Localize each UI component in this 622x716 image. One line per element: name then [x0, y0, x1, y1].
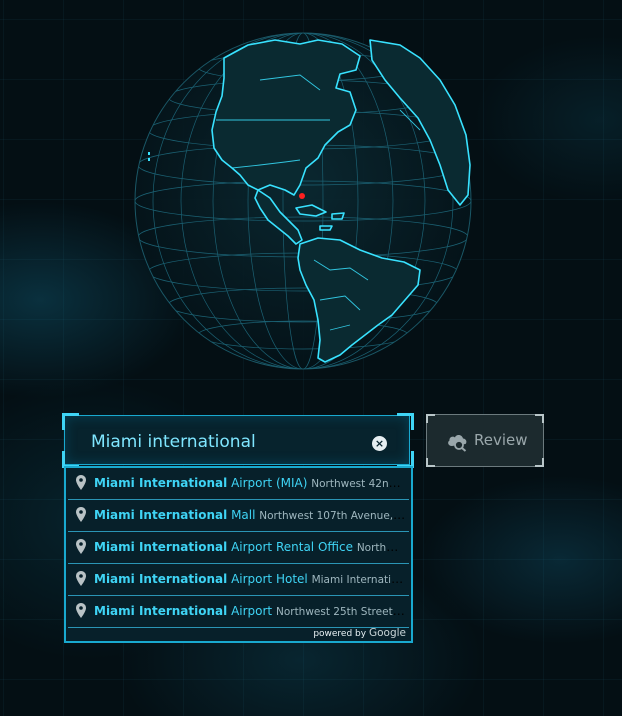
- suggestion-match: Miami International: [94, 540, 228, 554]
- map-pin-icon: [76, 539, 86, 554]
- suggestion-item[interactable]: Miami International Airport (MIA) Northw…: [68, 468, 409, 500]
- google-attribution: powered by Google: [313, 627, 406, 639]
- suggestion-match: Miami International: [94, 604, 228, 618]
- suggestion-address: Northwest 107th Avenue, Doral, FL, USA: [259, 510, 406, 522]
- suggestion-match: Miami International: [94, 508, 228, 522]
- map-pin-icon: [76, 603, 86, 618]
- search-container: ×: [62, 413, 414, 468]
- map-pin-icon: [76, 475, 86, 490]
- review-corner-bottom-right: [535, 458, 544, 467]
- suggestion-match: Miami International: [94, 572, 228, 586]
- suggestion-item[interactable]: Miami International Airport Hotel Miami …: [68, 564, 409, 596]
- globe-view[interactable]: [0, 0, 622, 420]
- suggestion-address: Northwest 21st Street, Miami, FL, USA: [356, 542, 406, 554]
- suggestion-item[interactable]: Miami International Mall Northwest 107th…: [68, 500, 409, 532]
- clear-search-button[interactable]: ×: [372, 436, 387, 451]
- suggestion-address: Miami International Airport, Miami, FL, …: [311, 574, 406, 586]
- suggestion-text: Miami International Airport Hotel Miami …: [94, 571, 406, 588]
- attribution-prefix: powered by: [313, 629, 367, 639]
- suggestion-text: Miami International Airport (MIA) Northw…: [94, 475, 406, 492]
- review-corner-top-left: [426, 414, 435, 423]
- suggestion-title: Airport Rental Office: [227, 540, 353, 554]
- app-stage: × Review powered by Google Miami Interna…: [0, 0, 622, 716]
- suggestion-title: Airport Hotel: [227, 572, 308, 586]
- search-corner-top-right: [397, 413, 414, 430]
- suggestion-title: Airport: [227, 604, 273, 618]
- suggestion-match: Miami International: [94, 476, 228, 490]
- autocomplete-suggestions: powered by Google Miami International Ai…: [64, 466, 413, 643]
- suggestion-text: Miami International Mall Northwest 107th…: [94, 507, 406, 524]
- suggestion-title: Mall: [227, 508, 256, 522]
- review-corner-top-right: [535, 414, 544, 423]
- review-corner-bottom-left: [426, 458, 435, 467]
- suggestion-text: Miami International Airport Northwest 25…: [94, 603, 406, 620]
- suggestion-text: Miami International Airport Rental Offic…: [94, 539, 406, 556]
- review-label: Review: [474, 431, 528, 449]
- suggestion-title: Airport (MIA): [227, 476, 308, 490]
- suggestion-item[interactable]: Miami International Airport Northwest 25…: [68, 596, 409, 628]
- location-marker: [299, 193, 305, 199]
- suggestion-address: Northwest 42nd Avenue, Miami, FL, USA: [311, 478, 406, 490]
- cloud-search-icon: [448, 434, 467, 452]
- suggestion-address: Northwest 25th Street, Miami, FL, USA: [275, 606, 406, 618]
- review-button[interactable]: Review: [426, 414, 544, 467]
- search-box: ×: [64, 415, 410, 465]
- map-pin-icon: [76, 507, 86, 522]
- search-corner-top-left: [62, 413, 79, 430]
- suggestion-item[interactable]: Miami International Airport Rental Offic…: [68, 532, 409, 564]
- close-icon: ×: [374, 437, 385, 450]
- search-input[interactable]: [91, 428, 361, 456]
- attribution-brand: Google: [368, 627, 406, 639]
- map-pin-icon: [76, 571, 86, 586]
